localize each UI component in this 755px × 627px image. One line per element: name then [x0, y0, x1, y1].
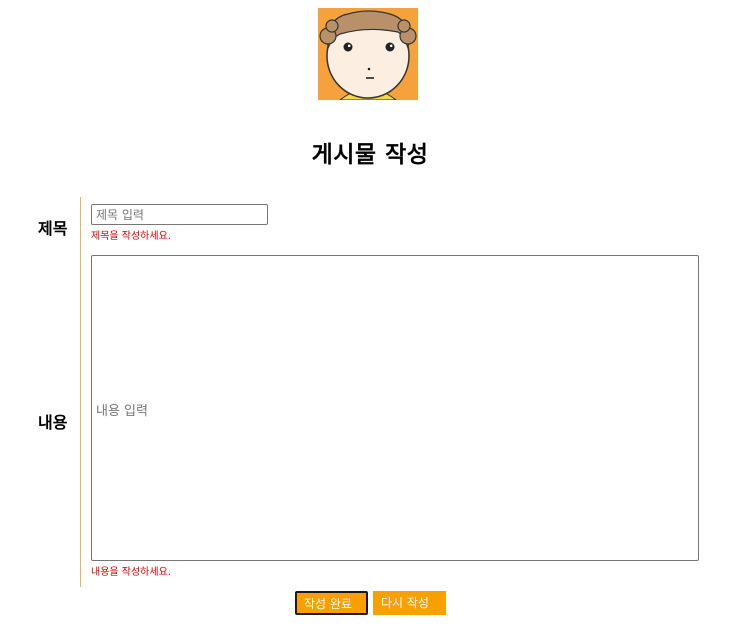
post-write-page: 게시물 작성 제목 내용 제목을 작성하세요. 내용 입력 내용을 작성하세요.… — [0, 0, 755, 627]
reset-button[interactable]: 다시 작성 — [373, 591, 446, 615]
character-face-icon — [318, 8, 418, 100]
content-label: 내용 — [38, 413, 68, 432]
page-title: 게시물 작성 — [311, 142, 429, 168]
title-error-message: 제목을 작성하세요. — [91, 231, 171, 242]
avatar-logo — [318, 8, 418, 100]
title-input[interactable] — [91, 204, 268, 225]
form-divider — [80, 197, 81, 587]
content-error-message: 내용을 작성하세요. — [91, 567, 171, 578]
title-label: 제목 — [38, 219, 68, 238]
content-textarea[interactable] — [91, 255, 699, 561]
submit-button[interactable]: 작성 완료 — [295, 591, 368, 615]
